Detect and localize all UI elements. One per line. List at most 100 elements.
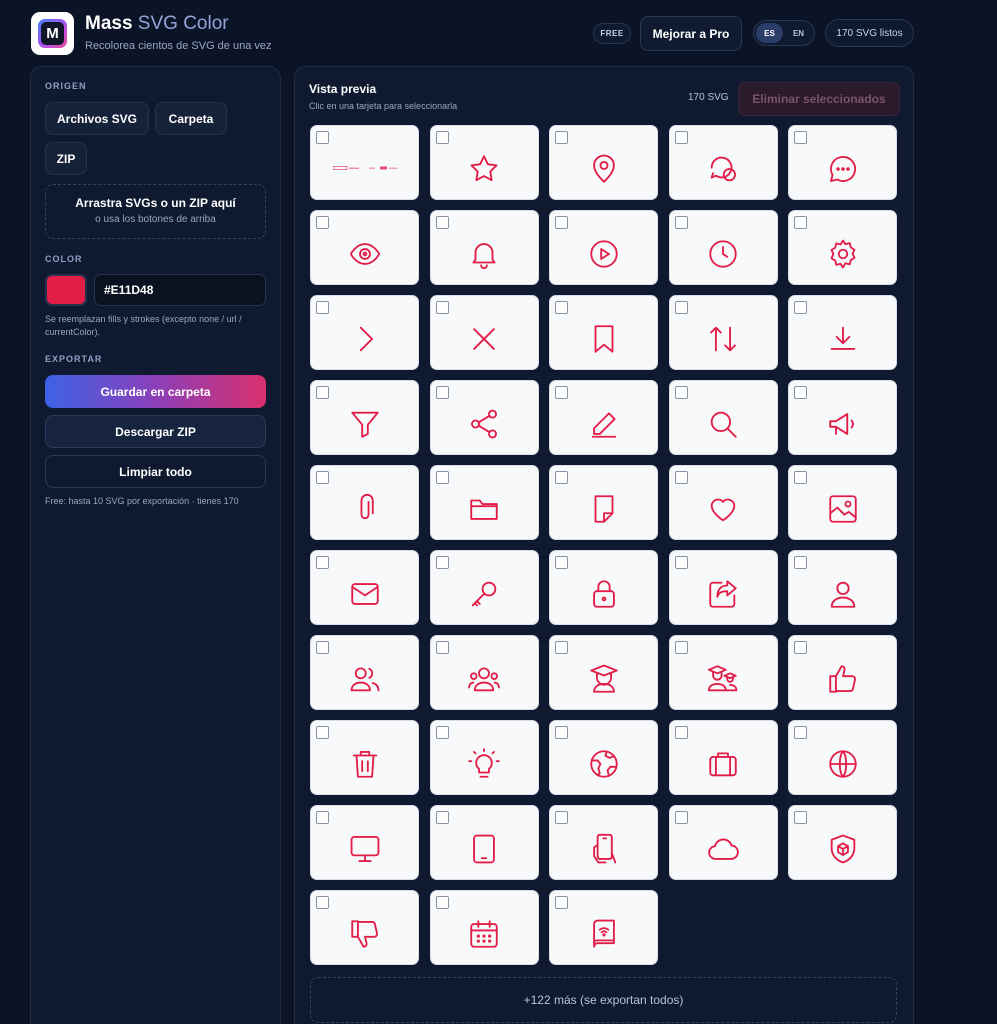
select-checkbox[interactable]	[435, 896, 449, 909]
svg-card[interactable]	[788, 125, 897, 200]
select-checkbox[interactable]	[316, 896, 329, 909]
select-checkbox[interactable]	[316, 301, 329, 314]
select-checkbox[interactable]	[555, 726, 568, 739]
select-checkbox[interactable]	[435, 471, 449, 484]
select-checkbox[interactable]	[316, 811, 329, 824]
select-checkbox[interactable]	[674, 131, 688, 144]
select-checkbox[interactable]	[794, 471, 807, 484]
svg-card[interactable]	[788, 550, 897, 625]
svg-card[interactable]	[429, 805, 539, 880]
select-checkbox[interactable]	[435, 216, 449, 229]
svg-card[interactable]	[668, 550, 778, 625]
select-checkbox[interactable]	[555, 216, 568, 229]
select-checkbox[interactable]	[794, 216, 807, 229]
select-checkbox[interactable]	[316, 131, 329, 144]
select-checkbox[interactable]	[555, 301, 568, 314]
svg-card[interactable]	[668, 125, 778, 200]
svg-card[interactable]	[788, 805, 897, 880]
select-checkbox[interactable]	[316, 216, 329, 229]
svg-card[interactable]	[549, 210, 658, 285]
svg-card[interactable]	[549, 720, 658, 795]
select-checkbox[interactable]	[555, 641, 568, 654]
svg-card[interactable]	[310, 210, 419, 285]
svg-card[interactable]	[549, 635, 658, 710]
svg-card[interactable]	[310, 890, 419, 965]
svg-card[interactable]	[668, 295, 778, 370]
svg-card[interactable]	[549, 380, 658, 455]
svg-card[interactable]	[429, 635, 539, 710]
lang-en-button[interactable]: EN	[785, 23, 812, 43]
svg-files-button[interactable]: Archivos SVG	[45, 102, 149, 135]
delete-selected-button[interactable]: Eliminar seleccionados	[738, 82, 900, 116]
svg-card[interactable]	[310, 295, 419, 370]
svg-card[interactable]	[668, 210, 778, 285]
folder-button[interactable]: Carpeta	[155, 102, 227, 135]
color-swatch[interactable]	[45, 274, 87, 306]
select-checkbox[interactable]	[316, 556, 329, 569]
select-checkbox[interactable]	[555, 811, 568, 824]
svg-card[interactable]	[788, 635, 897, 710]
select-checkbox[interactable]	[794, 386, 807, 399]
select-checkbox[interactable]	[794, 301, 807, 314]
svg-card[interactable]	[429, 380, 539, 455]
svg-card[interactable]	[668, 380, 778, 455]
svg-card[interactable]	[429, 720, 539, 795]
svg-card[interactable]	[668, 465, 778, 540]
svg-card[interactable]	[429, 295, 539, 370]
select-checkbox[interactable]	[794, 131, 807, 144]
select-checkbox[interactable]	[316, 726, 329, 739]
hex-color-input[interactable]	[94, 274, 266, 306]
svg-card[interactable]	[429, 210, 539, 285]
svg-card[interactable]	[549, 295, 658, 370]
save-folder-button[interactable]: Guardar en carpeta	[45, 375, 266, 408]
svg-card[interactable]	[788, 295, 897, 370]
select-checkbox[interactable]	[316, 386, 329, 399]
svg-card[interactable]	[429, 125, 539, 200]
svg-card[interactable]	[429, 550, 539, 625]
svg-card[interactable]	[429, 890, 539, 965]
clear-all-button[interactable]: Limpiar todo	[45, 455, 266, 488]
svg-card[interactable]	[668, 720, 778, 795]
svg-card[interactable]	[310, 550, 419, 625]
select-checkbox[interactable]	[435, 726, 449, 739]
select-checkbox[interactable]	[674, 811, 688, 824]
zip-button[interactable]: ZIP	[45, 142, 87, 175]
svg-card[interactable]	[310, 720, 419, 795]
svg-card[interactable]	[668, 635, 778, 710]
svg-card[interactable]	[549, 890, 658, 965]
svg-card[interactable]	[549, 805, 658, 880]
select-checkbox[interactable]	[674, 471, 688, 484]
select-checkbox[interactable]	[555, 131, 568, 144]
select-checkbox[interactable]	[435, 386, 449, 399]
select-checkbox[interactable]	[794, 641, 807, 654]
svg-card[interactable]	[788, 210, 897, 285]
svg-card[interactable]	[429, 465, 539, 540]
select-checkbox[interactable]	[435, 641, 449, 654]
select-checkbox[interactable]	[674, 726, 688, 739]
svg-card[interactable]	[310, 635, 419, 710]
select-checkbox[interactable]	[435, 811, 449, 824]
svg-card[interactable]	[788, 720, 897, 795]
select-checkbox[interactable]	[555, 896, 568, 909]
select-checkbox[interactable]	[316, 641, 329, 654]
select-checkbox[interactable]	[435, 301, 449, 314]
svg-card[interactable]	[788, 465, 897, 540]
select-checkbox[interactable]	[674, 301, 688, 314]
svg-card[interactable]	[549, 465, 658, 540]
select-checkbox[interactable]	[435, 131, 449, 144]
select-checkbox[interactable]	[555, 556, 568, 569]
select-checkbox[interactable]	[794, 556, 807, 569]
svg-card[interactable]	[668, 805, 778, 880]
download-zip-button[interactable]: Descargar ZIP	[45, 415, 266, 448]
svg-card[interactable]	[310, 805, 419, 880]
svg-card[interactable]	[549, 550, 658, 625]
select-checkbox[interactable]	[316, 471, 329, 484]
select-checkbox[interactable]	[674, 641, 688, 654]
svg-card[interactable]	[310, 380, 419, 455]
select-checkbox[interactable]	[794, 811, 807, 824]
select-checkbox[interactable]	[555, 386, 568, 399]
upgrade-pro-button[interactable]: Mejorar a Pro	[640, 16, 742, 51]
lang-es-button[interactable]: ES	[756, 23, 783, 43]
select-checkbox[interactable]	[435, 556, 449, 569]
select-checkbox[interactable]	[674, 216, 688, 229]
